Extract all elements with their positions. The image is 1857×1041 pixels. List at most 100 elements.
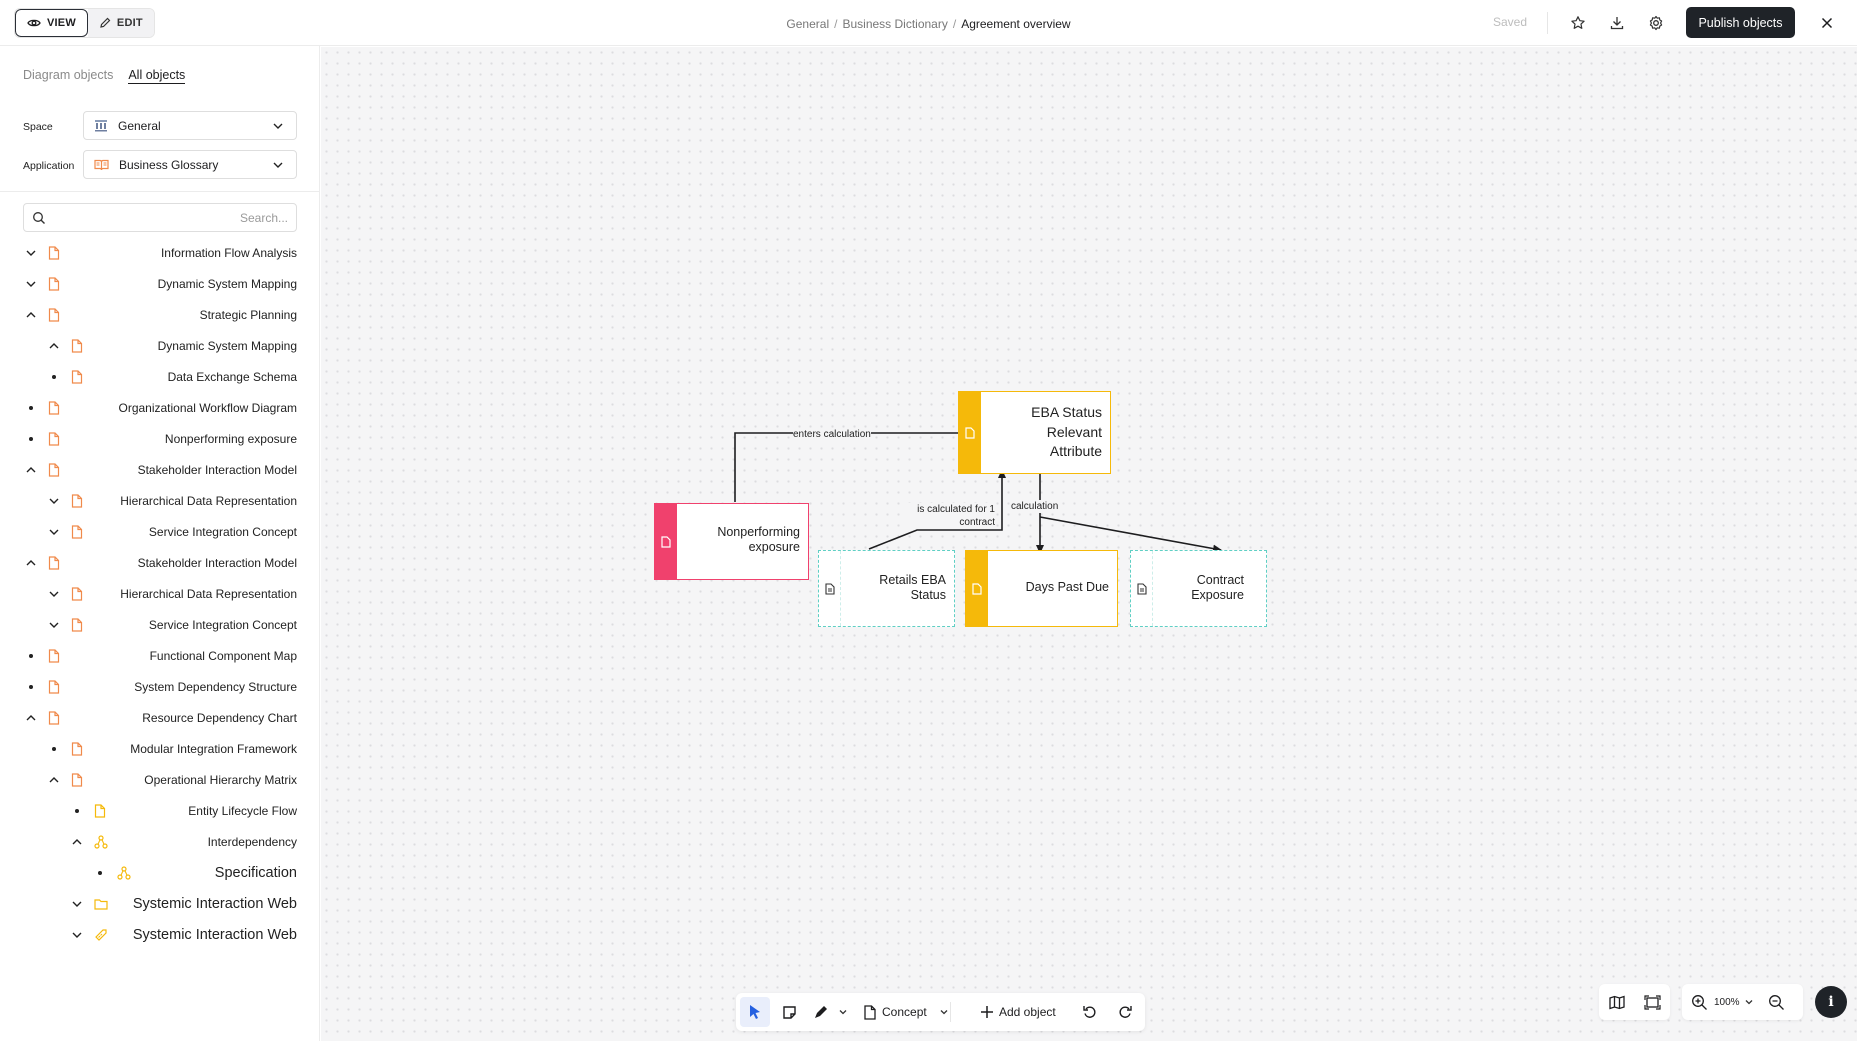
chevron-up-icon[interactable] <box>48 340 60 352</box>
close-icon <box>1821 17 1833 29</box>
close-button[interactable] <box>1816 12 1838 34</box>
tree-item-label: Information Flow Analysis <box>160 246 297 260</box>
concept-label: Concept <box>882 1005 927 1019</box>
network-icon <box>94 835 108 849</box>
tree-item[interactable]: Modular Integration Framework <box>0 736 320 762</box>
map-icon[interactable] <box>1608 995 1625 1010</box>
document-icon <box>48 680 60 694</box>
tree-item[interactable]: Nonperforming exposure <box>0 426 320 452</box>
document-icon <box>864 1004 876 1020</box>
chevron-down-icon[interactable] <box>25 247 37 259</box>
document-icon <box>94 804 106 818</box>
chevron-up-icon[interactable] <box>48 774 60 786</box>
tree-item[interactable]: Dynamic System Mapping <box>0 333 320 359</box>
tree-item-label: Stakeholder Interaction Model <box>137 556 297 570</box>
tree-item-label: Strategic Planning <box>199 308 297 322</box>
node-contract-exposure[interactable]: Contract Exposure <box>1130 550 1267 627</box>
edge-label-line: is calculated for 1 <box>917 504 995 515</box>
space-label: Space <box>23 121 53 133</box>
bullet-icon <box>94 867 106 879</box>
search-field[interactable]: Search... <box>23 203 297 232</box>
document-icon <box>71 525 83 539</box>
tree-item[interactable]: Functional Component Map <box>0 643 320 669</box>
tree-item[interactable]: Resource Dependency Chart <box>0 705 320 731</box>
application-select[interactable]: Business Glossary <box>83 150 297 179</box>
document-icon <box>48 556 60 570</box>
tree-item[interactable]: Systemic Interaction Web <box>0 922 320 948</box>
edge-enters-calculation[interactable] <box>734 432 959 502</box>
node-eba-status[interactable]: EBA Status Relevant Attribute <box>958 391 1111 474</box>
tree-item[interactable]: Service Integration Concept <box>0 519 320 545</box>
tab-diagram-objects[interactable]: Diagram objects <box>23 68 113 84</box>
settings-button[interactable] <box>1645 12 1667 34</box>
chevron-down-icon[interactable] <box>48 495 60 507</box>
chevron-down-icon[interactable] <box>71 929 83 941</box>
tree-item[interactable]: Specification <box>0 860 320 886</box>
chevron-up-icon[interactable] <box>25 464 37 476</box>
chevron-down-icon[interactable] <box>48 526 60 538</box>
chevron-up-icon[interactable] <box>71 836 83 848</box>
sidebar-tabs: Diagram objects All objects <box>23 68 186 84</box>
tree-item[interactable]: Data Exchange Schema <box>0 364 320 390</box>
node-days-past-due[interactable]: Days Past Due <box>965 550 1118 627</box>
zoom-in-icon[interactable] <box>1691 994 1708 1011</box>
book-icon <box>94 159 109 170</box>
breadcrumb-item[interactable]: General <box>786 17 829 31</box>
diagram-canvas[interactable]: enters calculation is calculated for 1 c… <box>321 47 1857 1041</box>
tree-item[interactable]: Operational Hierarchy Matrix <box>0 767 320 793</box>
chevron-up-icon[interactable] <box>25 309 37 321</box>
tree-item-label: Interdependency <box>207 835 297 849</box>
chevron-up-icon[interactable] <box>25 557 37 569</box>
chevron-down-icon <box>273 123 283 129</box>
node-retails-eba-status[interactable]: Retails EBA Status <box>818 550 955 627</box>
fit-screen-icon[interactable] <box>1643 994 1661 1010</box>
add-object-button[interactable]: Add object <box>980 993 1056 1031</box>
tree-item[interactable]: Organizational Workflow Diagram <box>0 395 320 421</box>
chevron-down-icon[interactable] <box>48 588 60 600</box>
tree-item[interactable]: Stakeholder Interaction Model <box>0 457 320 483</box>
divider <box>1547 12 1548 34</box>
pen-options-button[interactable] <box>836 993 850 1031</box>
select-tool[interactable] <box>740 993 770 1031</box>
tree-item[interactable]: Strategic Planning <box>0 302 320 328</box>
tab-all-objects[interactable]: All objects <box>128 68 186 84</box>
tree-item[interactable]: Entity Lifecycle Flow <box>0 798 320 824</box>
tree-item[interactable]: System Dependency Structure <box>0 674 320 700</box>
sticky-note-tool[interactable] <box>776 993 802 1031</box>
tree-item[interactable]: Hierarchical Data Representation <box>0 488 320 514</box>
tag-icon <box>94 928 107 942</box>
node-nonperforming-exposure[interactable]: Nonperforming exposure <box>654 503 809 580</box>
tree-item[interactable]: Interdependency <box>0 829 320 855</box>
space-select[interactable]: General <box>83 111 297 140</box>
undo-button[interactable] <box>1079 993 1101 1031</box>
zoom-out-icon[interactable] <box>1768 994 1785 1011</box>
breadcrumb-item[interactable]: Business Dictionary <box>842 17 947 31</box>
add-object-label: Add object <box>999 1005 1056 1019</box>
chevron-up-icon[interactable] <box>25 712 37 724</box>
tree-item[interactable]: Information Flow Analysis <box>0 240 320 266</box>
chevron-down-icon[interactable] <box>48 619 60 631</box>
download-button[interactable] <box>1606 12 1628 34</box>
zoom-level[interactable]: 100% <box>1714 997 1740 1008</box>
tree-item-label: Stakeholder Interaction Model <box>137 463 297 477</box>
tree-item[interactable]: Dynamic System Mapping <box>0 271 320 297</box>
pen-tool[interactable] <box>808 993 834 1031</box>
tree-item[interactable]: Systemic Interaction Web <box>0 891 320 917</box>
document-icon <box>972 582 982 595</box>
chevron-down-icon[interactable] <box>1744 997 1754 1007</box>
concept-type-select[interactable]: Concept <box>864 993 949 1031</box>
tree-item[interactable]: Hierarchical Data Representation <box>0 581 320 607</box>
favorite-button[interactable] <box>1567 12 1589 34</box>
plus-icon <box>981 1006 993 1018</box>
node-label-line: Status <box>910 588 946 602</box>
tree-item[interactable]: Service Integration Concept <box>0 612 320 638</box>
redo-button[interactable] <box>1114 993 1136 1031</box>
tree-item-label: System Dependency Structure <box>134 680 297 694</box>
edges-layer <box>734 432 1222 554</box>
publish-objects-button[interactable]: Publish objects <box>1686 7 1795 38</box>
chevron-down-icon[interactable] <box>71 898 83 910</box>
info-button[interactable]: i <box>1815 986 1847 1018</box>
edge-calculation-contract[interactable] <box>1039 516 1222 553</box>
tree-item[interactable]: Stakeholder Interaction Model <box>0 550 320 576</box>
chevron-down-icon[interactable] <box>25 278 37 290</box>
